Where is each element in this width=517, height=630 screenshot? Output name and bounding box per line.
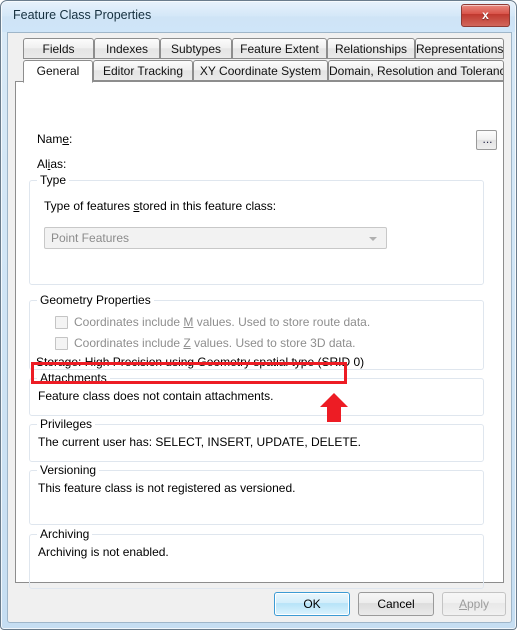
z-values-label: Coordinates include Z values. Used to st… <box>74 336 356 350</box>
type-prompt-label: Type of features stored in this feature … <box>44 199 276 213</box>
tab-relationships[interactable]: Relationships <box>327 38 415 59</box>
browse-button[interactable]: ... <box>476 130 497 150</box>
name-label: Name: <box>37 132 72 146</box>
dialog-footer: OK Cancel Apply <box>8 584 513 624</box>
attachments-groupbox: Attachments Feature class does not conta… <box>29 371 484 416</box>
tab-fields[interactable]: Fields <box>23 38 94 59</box>
name-label-pre: Nam <box>37 132 63 146</box>
z-values-mnemonic: Z <box>183 336 191 350</box>
m-values-pre: Coordinates include <box>74 315 184 329</box>
tab-feature-extent[interactable]: Feature Extent <box>232 38 327 59</box>
tab-subtypes[interactable]: Subtypes <box>160 38 232 59</box>
chevron-down-icon <box>369 237 377 241</box>
z-values-checkbox[interactable] <box>55 337 68 350</box>
apply-label-mnemonic: A <box>458 597 467 611</box>
dialog-window: Feature Class Properties x Fields Indexes… <box>0 0 517 630</box>
apply-label-post: pply <box>467 597 490 611</box>
close-button[interactable]: x <box>461 4 510 27</box>
m-values-label: Coordinates include M values. Used to st… <box>74 315 370 329</box>
type-combobox[interactable]: Point Features <box>44 227 387 249</box>
name-label-post: : <box>69 132 73 146</box>
dialog-body: Fields Indexes Subtypes Feature Extent Relat… <box>7 32 512 623</box>
type-prompt-post: tored in this feature class: <box>139 199 277 213</box>
alias-label-post: as: <box>50 157 67 171</box>
z-values-pre: Coordinates include <box>74 336 184 350</box>
apply-button: Apply <box>442 592 506 616</box>
versioning-title: Versioning <box>37 463 100 477</box>
close-icon: x <box>482 8 489 22</box>
alias-label-pre: Al <box>37 157 48 171</box>
geometry-properties-title: Geometry Properties <box>37 293 154 307</box>
tab-control: Fields Indexes Subtypes Feature Extent Relat… <box>15 38 504 589</box>
type-combobox-value: Point Features <box>51 231 130 245</box>
alias-label: Alias: <box>37 157 66 171</box>
tab-general[interactable]: General <box>23 60 93 83</box>
type-groupbox-title: Type <box>37 173 70 187</box>
tab-domain-resolution-and-tolerance[interactable]: Domain, Resolution and Tolerance <box>328 60 504 81</box>
tab-xy-coordinate-system[interactable]: XY Coordinate System <box>193 60 328 81</box>
ok-button[interactable]: OK <box>274 592 350 616</box>
attachments-title: Attachments <box>37 371 110 385</box>
m-values-post: values. Used to store route data. <box>193 315 371 329</box>
cancel-button[interactable]: Cancel <box>358 592 434 616</box>
tab-indexes[interactable]: Indexes <box>94 38 160 59</box>
window-title: Feature Class Properties <box>13 8 152 22</box>
privileges-text: The current user has: SELECT, INSERT, UP… <box>38 435 361 449</box>
m-values-mnemonic: M <box>183 315 194 329</box>
ellipsis-icon: ... <box>482 132 493 146</box>
geometry-properties-groupbox: Geometry Properties Coordinates include … <box>29 293 484 370</box>
type-prompt-pre: Type of features <box>44 199 134 213</box>
archiving-groupbox: Archiving Archiving is not enabled. <box>29 527 484 589</box>
archiving-title: Archiving <box>37 527 93 541</box>
storage-label: Storage: High Precision using Geometry s… <box>36 355 365 369</box>
versioning-text: This feature class is not registered as … <box>38 481 296 495</box>
privileges-groupbox: Privileges The current user has: SELECT,… <box>29 417 484 462</box>
tab-editor-tracking[interactable]: Editor Tracking <box>93 60 193 81</box>
privileges-title: Privileges <box>37 417 96 431</box>
tab-representations[interactable]: Representations <box>415 38 504 59</box>
title-bar: Feature Class Properties x <box>2 2 515 32</box>
tab-panel-general: Name: Alias: ... Type Type of features s… <box>15 81 504 589</box>
m-values-checkbox[interactable] <box>55 316 68 329</box>
archiving-text: Archiving is not enabled. <box>38 545 169 559</box>
z-values-post: values. Used to store 3D data. <box>190 336 356 350</box>
type-groupbox: Type Type of features stored in this fea… <box>29 173 484 285</box>
versioning-groupbox: Versioning This feature class is not reg… <box>29 463 484 525</box>
attachments-text: Feature class does not contain attachmen… <box>38 389 274 403</box>
